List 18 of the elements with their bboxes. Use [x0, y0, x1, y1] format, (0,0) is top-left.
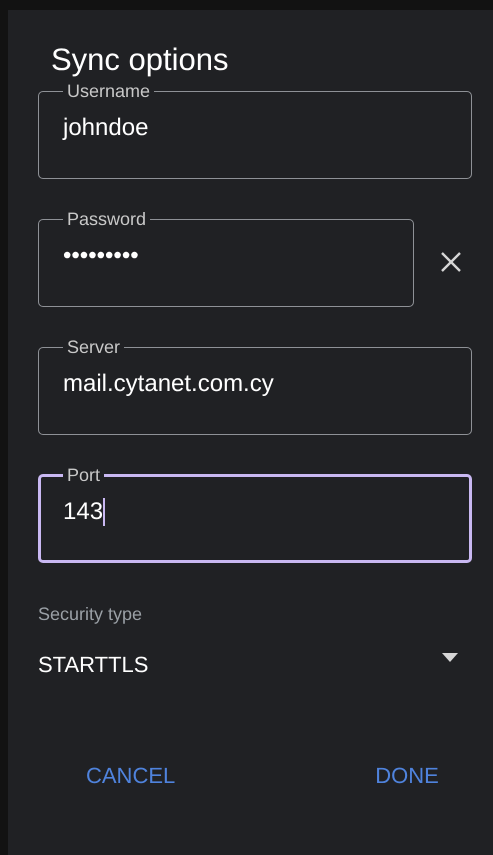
security-type-label: Security type	[38, 603, 142, 626]
field-value: mail.cytanet.com.cy	[63, 369, 274, 399]
field-value: 143	[63, 497, 104, 527]
field-label: Username	[66, 81, 152, 101]
field-label: Password	[66, 209, 148, 229]
input-field[interactable]: Password •••••••••	[38, 209, 414, 307]
security-dropdown[interactable]: STARTTLS	[38, 648, 468, 681]
dialog-title: Sync options	[51, 41, 228, 79]
dialog-button[interactable]: DONE	[345, 753, 469, 798]
input-field[interactable]: Server mail.cytanet.com.cy	[38, 337, 472, 435]
field-value: johndoe	[63, 113, 148, 143]
caret-icon	[442, 653, 458, 662]
close-icon[interactable]	[440, 251, 462, 273]
field-label: Server	[66, 337, 122, 357]
field-value: •••••••••	[63, 241, 139, 271]
field-label: Port	[66, 465, 102, 485]
dialog-button[interactable]: CANCEL	[56, 753, 206, 798]
text-cursor	[103, 498, 106, 526]
